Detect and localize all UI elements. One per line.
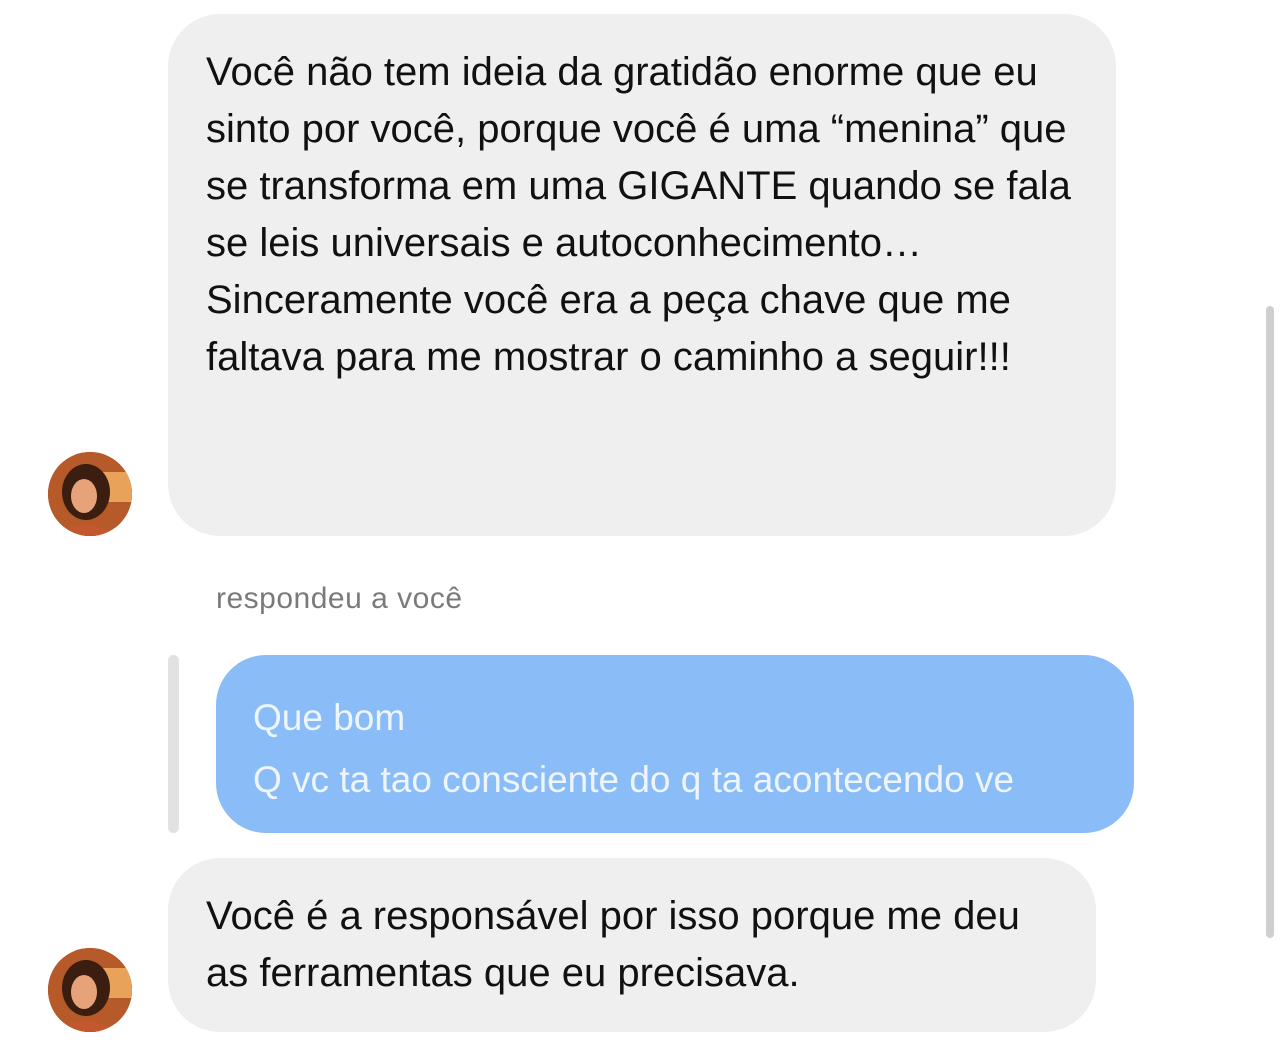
- message-bubble[interactable]: Você não tem ideia da gratidão enorme qu…: [168, 14, 1116, 536]
- message-text: Você é a responsável por isso porque me …: [206, 894, 1020, 995]
- quoted-line: Q vc ta tao consciente do q ta acontecen…: [253, 759, 1015, 800]
- user-avatar-icon[interactable]: [48, 452, 132, 536]
- message-paragraph: Você não tem ideia da gratidão enorme qu…: [206, 50, 1071, 265]
- message-paragraph: Sinceramente você era a peça chave que m…: [206, 278, 1011, 379]
- quote-indicator-bar: [168, 655, 179, 833]
- user-avatar-icon[interactable]: [48, 948, 132, 1032]
- quoted-line: Que bom: [253, 697, 406, 738]
- quoted-message-bubble[interactable]: Que bom Q vc ta tao consciente do q ta a…: [216, 655, 1134, 833]
- message-bubble[interactable]: Você é a responsável por isso porque me …: [168, 858, 1096, 1032]
- scrollbar[interactable]: [1266, 306, 1274, 938]
- reply-caption: respondeu a você: [216, 582, 463, 615]
